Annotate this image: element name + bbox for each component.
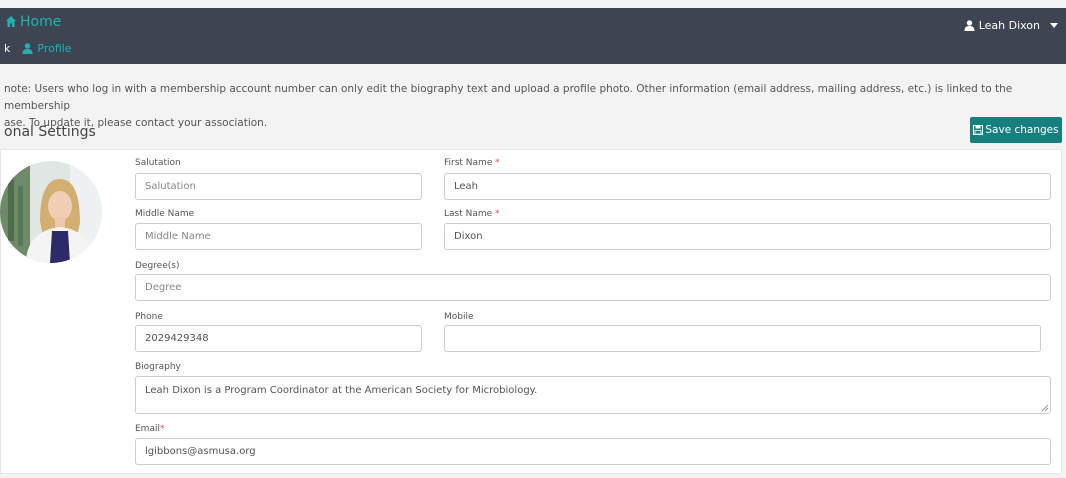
degree-input[interactable] <box>135 274 1051 301</box>
user-icon <box>22 43 33 54</box>
home-link[interactable]: Home <box>6 14 61 30</box>
last-name-label: Last Name * <box>444 209 500 219</box>
user-icon <box>964 20 975 31</box>
email-input[interactable] <box>135 438 1051 465</box>
home-icon <box>6 16 16 27</box>
phone-label: Phone <box>135 312 163 322</box>
biography-label: Biography <box>135 362 181 372</box>
profile-link[interactable]: Profile <box>22 42 72 55</box>
save-button-label: Save changes <box>985 124 1059 136</box>
breadcrumb: k Profile <box>4 42 72 55</box>
phone-input[interactable] <box>135 325 422 352</box>
mobile-label: Mobile <box>444 312 474 322</box>
notice-line-2: ase. To update it, please contact your a… <box>4 117 268 129</box>
salutation-input[interactable] <box>135 173 422 200</box>
middle-name-input[interactable] <box>135 223 422 250</box>
top-navbar: Home k Profile Leah Dixon <box>0 8 1066 64</box>
home-label: Home <box>20 14 62 30</box>
avatar[interactable] <box>0 161 102 263</box>
last-name-input[interactable] <box>444 223 1051 250</box>
membership-notice: note: Users who log in with a membership… <box>4 81 1054 132</box>
save-button[interactable]: Save changes <box>970 117 1062 143</box>
section-title: onal Settings <box>4 124 96 140</box>
required-marker: * <box>495 158 500 168</box>
biography-textarea[interactable]: Leah Dixon is a Program Coordinator at t… <box>135 376 1051 414</box>
notice-line-1: note: Users who log in with a membership… <box>4 83 1013 112</box>
first-name-input[interactable] <box>444 173 1051 200</box>
profile-photo <box>0 161 102 263</box>
profile-label: Profile <box>37 42 72 55</box>
resize-grip-icon[interactable] <box>1041 404 1049 412</box>
required-marker: * <box>495 209 500 219</box>
floppy-disk-icon <box>973 125 984 135</box>
mobile-input[interactable] <box>444 325 1041 352</box>
email-label: Email* <box>135 424 165 434</box>
caret-down-icon <box>1050 23 1058 28</box>
middle-name-label: Middle Name <box>135 209 195 219</box>
user-menu[interactable]: Leah Dixon <box>964 19 1058 32</box>
degree-label: Degree(s) <box>135 261 180 271</box>
user-name: Leah Dixon <box>978 19 1040 32</box>
back-link[interactable]: k <box>4 42 10 55</box>
first-name-label: First Name * <box>444 158 500 168</box>
salutation-label: Salutation <box>135 158 181 168</box>
required-marker: * <box>159 424 165 434</box>
